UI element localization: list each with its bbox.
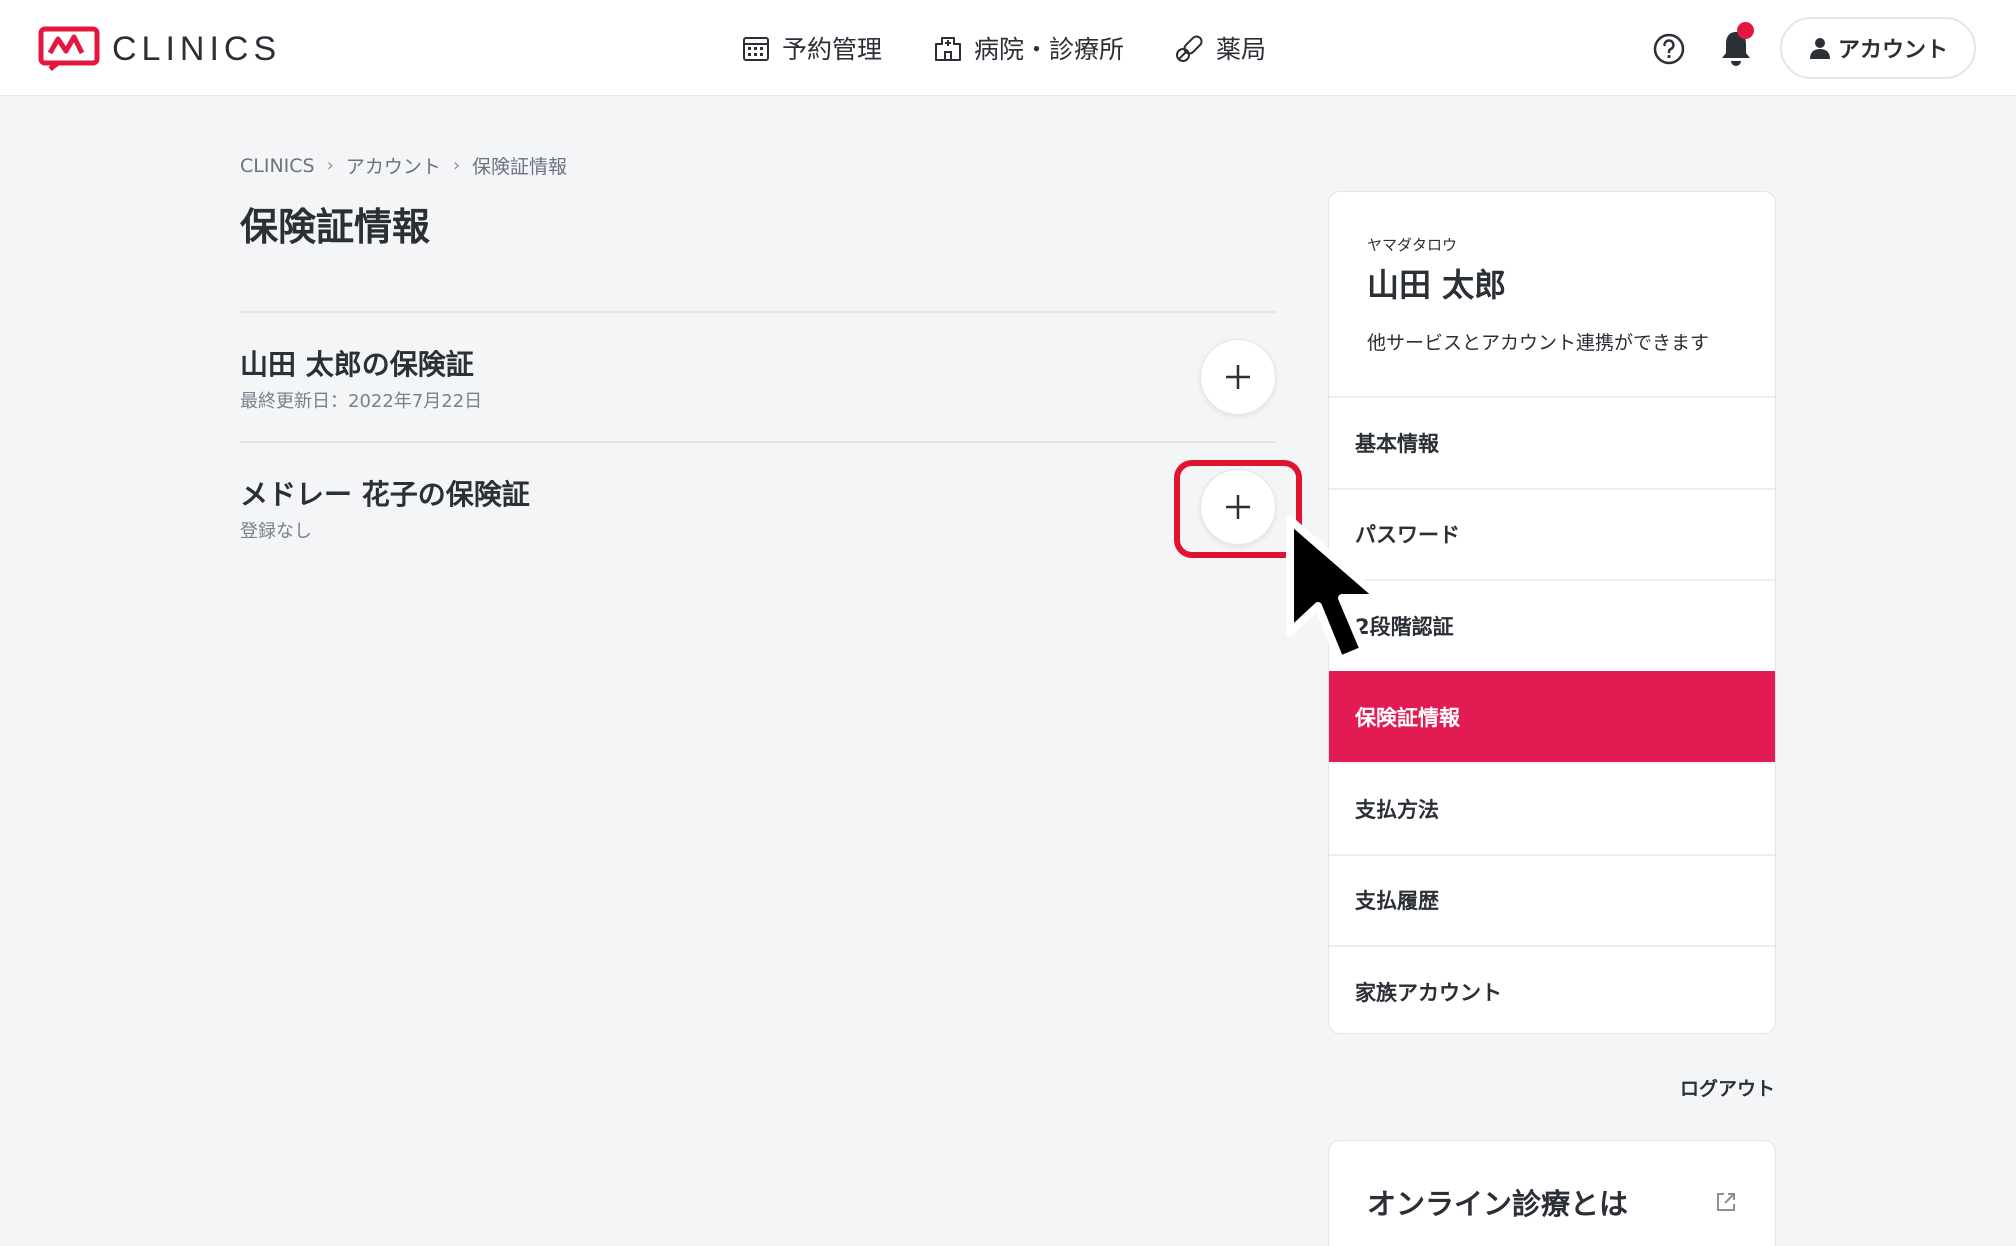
page-title: 保険証情報 — [240, 205, 431, 249]
menu-item-payment-method[interactable]: 支払方法 — [1329, 762, 1775, 854]
profile-kana: ヤマダタロウ — [1367, 236, 1458, 254]
calendar-icon — [743, 37, 769, 61]
chevron-right-icon: › — [326, 155, 334, 176]
notification-badge — [1737, 22, 1754, 39]
add-insurance-button[interactable] — [1200, 469, 1276, 545]
pills-icon — [1176, 35, 1203, 62]
nav-pharmacy-label: 薬局 — [1216, 35, 1267, 64]
account-button-label: アカウント — [1837, 38, 1948, 63]
online-consultation-card[interactable]: オンライン診療とは — [1328, 1140, 1776, 1246]
user-icon — [1809, 38, 1830, 59]
account-button[interactable]: アカウント — [1780, 17, 1976, 79]
nav-reservations[interactable]: 予約管理 — [740, 30, 882, 66]
main-nav: 予約管理 病院・診療所 薬局 — [740, 26, 1316, 70]
online-card-title: オンライン診療とは — [1367, 1187, 1629, 1221]
help-icon[interactable] — [1652, 32, 1686, 66]
plus-icon — [1226, 365, 1250, 389]
menu-item-basic-info[interactable]: 基本情報 — [1329, 396, 1775, 488]
nav-hospitals[interactable]: 病院・診療所 — [932, 30, 1124, 66]
nav-reservations-label: 予約管理 — [782, 35, 883, 64]
nav-pharmacy[interactable]: 薬局 — [1174, 30, 1266, 66]
menu-item-family-account[interactable]: 家族アカウント — [1329, 945, 1775, 1033]
menu-item-password[interactable]: パスワード — [1329, 487, 1775, 580]
chevron-right-icon: › — [452, 155, 461, 176]
nav-hospitals-label: 病院・診療所 — [974, 35, 1125, 64]
insurance-row-title: メドレー 花子の保険証 — [240, 478, 530, 511]
breadcrumb-current: 保険証情報 — [472, 156, 568, 178]
insurance-row-subtitle: 登録なし — [240, 521, 312, 542]
breadcrumb-home[interactable]: CLINICS — [240, 155, 315, 177]
insurance-list: 山田 太郎の保険証 最終更新日：2022年7月22日 メドレー 花子の保険証 登… — [240, 311, 1276, 571]
breadcrumb-account[interactable]: アカウント — [346, 152, 441, 179]
add-insurance-button[interactable] — [1200, 339, 1276, 415]
insurance-row: 山田 太郎の保険証 最終更新日：2022年7月22日 — [240, 311, 1276, 441]
plus-icon — [1226, 495, 1250, 519]
menu-item-two-factor[interactable]: 2段階認証 — [1329, 579, 1775, 671]
logout-link[interactable]: ログアウト — [1680, 1074, 1775, 1101]
breadcrumb: CLINICS › アカウント › 保険証情報 — [240, 152, 567, 179]
clinics-logo[interactable]: CLINICS — [38, 24, 281, 74]
account-menu: 基本情報 パスワード 2段階認証 保険証情報 支払方法 支払履歴 家族アカウント — [1329, 396, 1775, 1033]
profile-name: 山田 太郎 — [1367, 266, 1507, 304]
menu-item-payment-history[interactable]: 支払履歴 — [1329, 853, 1775, 946]
account-link-note[interactable]: 他サービスとアカウント連携ができます — [1367, 328, 1709, 355]
logo-text: CLINICS — [112, 29, 282, 68]
menu-item-insurance[interactable]: 保険証情報 — [1329, 670, 1775, 762]
external-link-icon — [1717, 1193, 1735, 1211]
profile-card: ヤマダタロウ 山田 太郎 他サービスとアカウント連携ができます 基本情報 パスワ… — [1328, 191, 1776, 1034]
top-header: CLINICS 予約管理 病院・診療所 薬局 アカウント — [0, 0, 2016, 96]
insurance-row: メドレー 花子の保険証 登録なし — [240, 441, 1276, 571]
insurance-row-subtitle: 最終更新日：2022年7月22日 — [240, 391, 483, 412]
insurance-row-title: 山田 太郎の保険証 — [240, 348, 474, 381]
hospital-icon — [935, 37, 962, 61]
logo-mark-icon — [38, 26, 100, 71]
